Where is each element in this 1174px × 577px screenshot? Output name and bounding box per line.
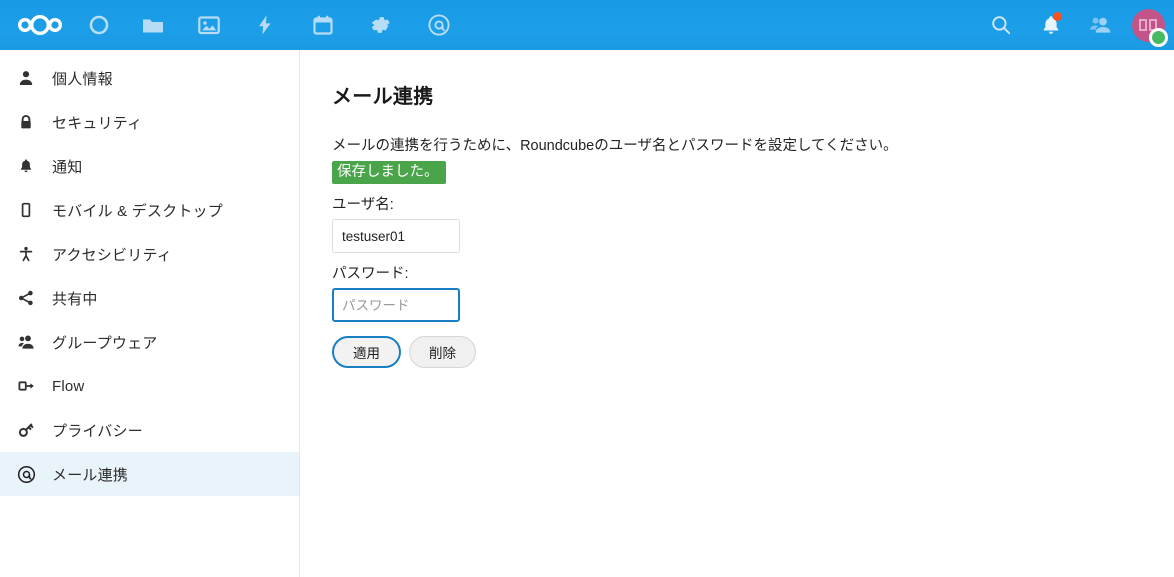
sidebar-item-label: プライバシー [52, 420, 143, 441]
sidebar-item-security[interactable]: セキュリティ [0, 100, 299, 144]
sidebar-item-notifications[interactable]: 通知 [0, 144, 299, 188]
activity-lightning-icon[interactable] [240, 0, 290, 50]
user-avatar[interactable] [1126, 0, 1170, 50]
key-icon [12, 422, 40, 438]
share-icon [12, 290, 40, 306]
sidebar-item-groupware[interactable]: グループウェア [0, 320, 299, 364]
sidebar-item-sharing[interactable]: 共有中 [0, 276, 299, 320]
user-status-online-indicator[interactable] [1149, 28, 1168, 47]
person-icon [12, 70, 40, 86]
settings-gear-icon[interactable] [356, 0, 406, 50]
form-button-row: 適用 削除 [332, 336, 1174, 368]
accessibility-icon [12, 246, 40, 262]
mail-at-icon[interactable] [414, 0, 464, 50]
username-input[interactable] [332, 219, 460, 253]
nextcloud-logo[interactable] [8, 0, 72, 50]
notifications-bell-icon[interactable] [1026, 0, 1076, 50]
username-label: ユーザ名: [332, 193, 1174, 214]
files-folder-icon[interactable] [128, 0, 178, 50]
sidebar-item-label: アクセシビリティ [52, 244, 172, 265]
bell-icon [12, 158, 40, 174]
status-badge: 保存しました。 [332, 161, 446, 184]
flow-icon [12, 379, 40, 393]
sidebar-item-mobile-desktop[interactable]: モバイル & デスクトップ [0, 188, 299, 232]
sidebar-item-privacy[interactable]: プライバシー [0, 408, 299, 452]
lock-icon [12, 114, 40, 130]
sidebar-item-personal-info[interactable]: 個人情報 [0, 56, 299, 100]
header-actions [976, 0, 1174, 50]
sidebar-item-label: グループウェア [52, 332, 158, 353]
calendar-icon[interactable] [298, 0, 348, 50]
search-icon[interactable] [976, 0, 1026, 50]
sidebar-item-accessibility[interactable]: アクセシビリティ [0, 232, 299, 276]
notification-badge-dot [1053, 12, 1062, 21]
app-header [0, 0, 1174, 50]
sidebar-item-label: セキュリティ [52, 112, 142, 133]
sidebar-item-label: 個人情報 [52, 68, 113, 89]
sidebar-item-label: 通知 [52, 156, 82, 177]
contacts-icon[interactable] [1076, 0, 1126, 50]
page-description: メールの連携を行うために、Roundcubeのユーザ名とパスワードを設定してくだ… [332, 137, 1174, 156]
settings-sidebar: 個人情報 セキュリティ 通知 モバイル & デスクトップ [0, 50, 300, 577]
password-label: パスワード: [332, 262, 1174, 283]
mobile-device-icon [12, 202, 40, 218]
dashboard-circle-icon[interactable] [74, 0, 124, 50]
apply-button[interactable]: 適用 [332, 336, 401, 368]
sidebar-item-label: Flow [52, 378, 84, 395]
sidebar-item-mail-integration[interactable]: メール連携 [0, 452, 299, 496]
password-input[interactable] [332, 288, 460, 322]
sidebar-item-label: 共有中 [52, 288, 98, 309]
avatar-glyph-left [1139, 19, 1147, 31]
page-title: メール連携 [332, 80, 1174, 109]
photos-image-icon[interactable] [184, 0, 234, 50]
sidebar-item-label: モバイル & デスクトップ [52, 200, 223, 221]
at-icon [12, 465, 40, 484]
sidebar-item-label: メール連携 [52, 464, 128, 485]
delete-button[interactable]: 削除 [409, 336, 476, 368]
settings-content: メール連携 メールの連携を行うために、Roundcubeのユーザ名とパスワードを… [301, 50, 1174, 577]
groupware-icon [12, 334, 40, 350]
sidebar-item-flow[interactable]: Flow [0, 364, 299, 408]
header-nav [0, 0, 464, 50]
